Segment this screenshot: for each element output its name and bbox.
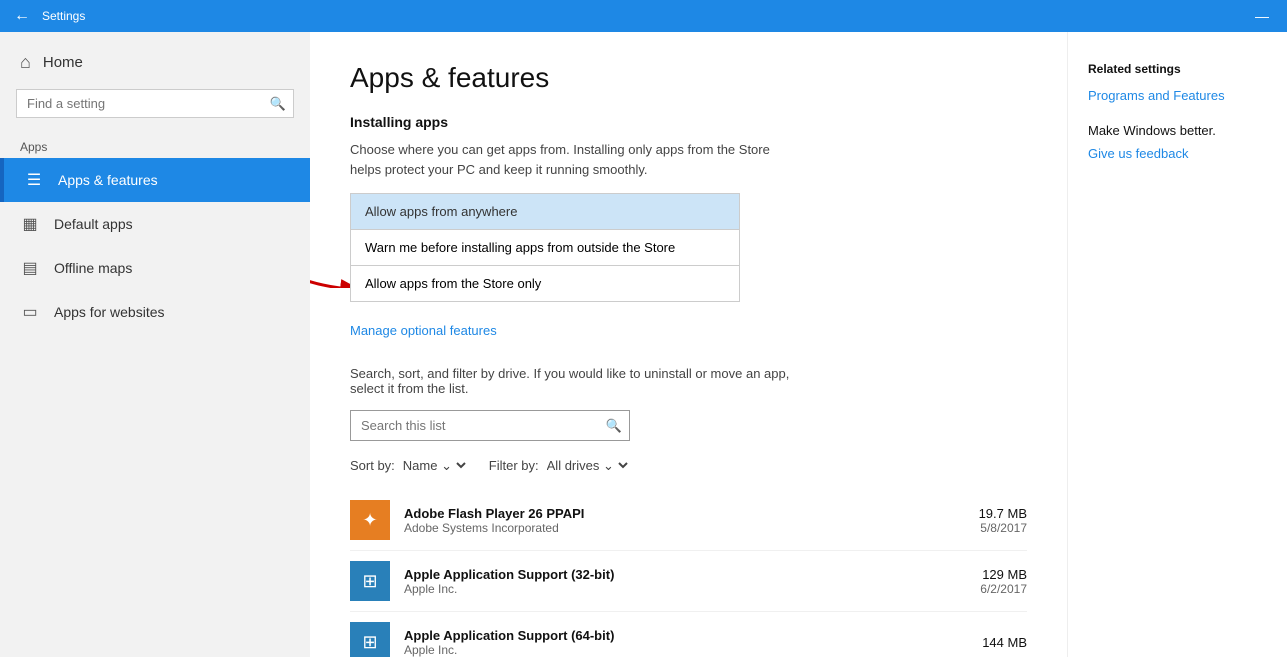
app-meta: 19.7 MB5/8/2017: [979, 506, 1027, 535]
app-info: Adobe Flash Player 26 PPAPIAdobe Systems…: [404, 506, 965, 535]
titlebar: ← Settings —: [0, 0, 1287, 32]
app-date: 6/2/2017: [980, 582, 1027, 596]
app-meta: 129 MB6/2/2017: [980, 567, 1027, 596]
app-publisher: Apple Inc.: [404, 643, 968, 657]
app-body: ⌂ Home 🔍 Apps ☰ Apps & features ▦ Defaul…: [0, 32, 1287, 657]
sidebar-item-label-offline-maps: Offline maps: [54, 260, 132, 276]
app-icon: ⊞: [350, 561, 390, 601]
apps-websites-icon: ▭: [20, 302, 40, 322]
sidebar-item-label-apps-websites: Apps for websites: [54, 304, 165, 320]
back-button[interactable]: ←: [10, 4, 34, 28]
app-search-container: 🔍: [350, 410, 630, 441]
app-size: 19.7 MB: [979, 506, 1027, 521]
give-feedback-link[interactable]: Give us feedback: [1088, 146, 1267, 161]
app-info: Apple Application Support (64-bit)Apple …: [404, 628, 968, 657]
sort-by-select[interactable]: Name ⌄: [399, 457, 469, 474]
programs-features-link[interactable]: Programs and Features: [1088, 88, 1267, 103]
sort-filter-row: Sort by: Name ⌄ Filter by: All drives ⌄: [350, 457, 1027, 474]
app-list-item[interactable]: ✦ Adobe Flash Player 26 PPAPIAdobe System…: [350, 490, 1027, 551]
sort-by-container: Sort by: Name ⌄: [350, 457, 469, 474]
sidebar-item-apps-features[interactable]: ☰ Apps & features: [0, 158, 310, 202]
arrow-indicator: [310, 233, 350, 293]
app-list-item[interactable]: ⊞ Apple Application Support (32-bit)Apple…: [350, 551, 1027, 612]
related-settings-title: Related settings: [1088, 62, 1267, 76]
minimize-button[interactable]: —: [1247, 8, 1277, 24]
sidebar: ⌂ Home 🔍 Apps ☰ Apps & features ▦ Defaul…: [0, 32, 310, 657]
installing-description: Choose where you can get apps from. Inst…: [350, 140, 790, 179]
app-meta: 144 MB: [982, 635, 1027, 650]
app-list: ✦ Adobe Flash Player 26 PPAPIAdobe System…: [350, 490, 1027, 657]
sidebar-item-default-apps[interactable]: ▦ Default apps: [0, 202, 310, 246]
home-icon: ⌂: [20, 52, 31, 73]
manage-optional-features-link[interactable]: Manage optional features: [350, 323, 497, 338]
main-content: Apps & features Installing apps Choose w…: [310, 32, 1067, 657]
page-title: Apps & features: [350, 62, 1027, 94]
app-size: 129 MB: [980, 567, 1027, 582]
offline-maps-icon: ▤: [20, 258, 40, 278]
app-search-icon: 🔍: [606, 418, 622, 434]
home-nav-item[interactable]: ⌂ Home: [0, 32, 310, 89]
app-size: 144 MB: [982, 635, 1027, 650]
app-publisher: Adobe Systems Incorporated: [404, 521, 965, 535]
app-info: Apple Application Support (32-bit)Apple …: [404, 567, 966, 596]
app-name: Apple Application Support (64-bit): [404, 628, 968, 643]
sidebar-search-container: 🔍: [16, 89, 294, 118]
apps-features-icon: ☰: [24, 170, 44, 190]
filter-by-label: Filter by:: [489, 458, 539, 473]
dropdown-option-warn[interactable]: Warn me before installing apps from outs…: [350, 229, 740, 265]
titlebar-title: Settings: [42, 9, 85, 23]
sidebar-item-apps-websites[interactable]: ▭ Apps for websites: [0, 290, 310, 334]
filter-by-container: Filter by: All drives ⌄: [489, 457, 631, 474]
related-settings-panel: Related settings Programs and Features M…: [1067, 32, 1287, 657]
home-label: Home: [43, 54, 83, 71]
installing-section-title: Installing apps: [350, 114, 1027, 130]
app-icon: ✦: [350, 500, 390, 540]
app-publisher: Apple Inc.: [404, 582, 966, 596]
default-apps-icon: ▦: [20, 214, 40, 234]
app-search-input[interactable]: [350, 410, 630, 441]
dropdown-container: Allow apps from anywhere Warn me before …: [350, 193, 740, 302]
app-date: 5/8/2017: [979, 521, 1027, 535]
make-better-text: Make Windows better.: [1088, 123, 1267, 138]
app-list-item[interactable]: ⊞ Apple Application Support (64-bit)Apple…: [350, 612, 1027, 657]
sidebar-item-label-default-apps: Default apps: [54, 216, 133, 232]
app-icon: ⊞: [350, 622, 390, 657]
sidebar-search-icon: 🔍: [270, 96, 286, 112]
filter-by-select[interactable]: All drives ⌄: [543, 457, 631, 474]
sidebar-item-offline-maps[interactable]: ▤ Offline maps: [0, 246, 310, 290]
sidebar-section-label: Apps: [0, 134, 310, 158]
sidebar-item-label-apps-features: Apps & features: [58, 172, 158, 188]
dropdown-option-anywhere[interactable]: Allow apps from anywhere: [350, 193, 740, 229]
filter-description: Search, sort, and filter by drive. If yo…: [350, 366, 790, 396]
app-name: Apple Application Support (32-bit): [404, 567, 966, 582]
dropdown-option-store-only[interactable]: Allow apps from the Store only: [350, 265, 740, 302]
sidebar-search-input[interactable]: [16, 89, 294, 118]
app-name: Adobe Flash Player 26 PPAPI: [404, 506, 965, 521]
sort-by-label: Sort by:: [350, 458, 395, 473]
